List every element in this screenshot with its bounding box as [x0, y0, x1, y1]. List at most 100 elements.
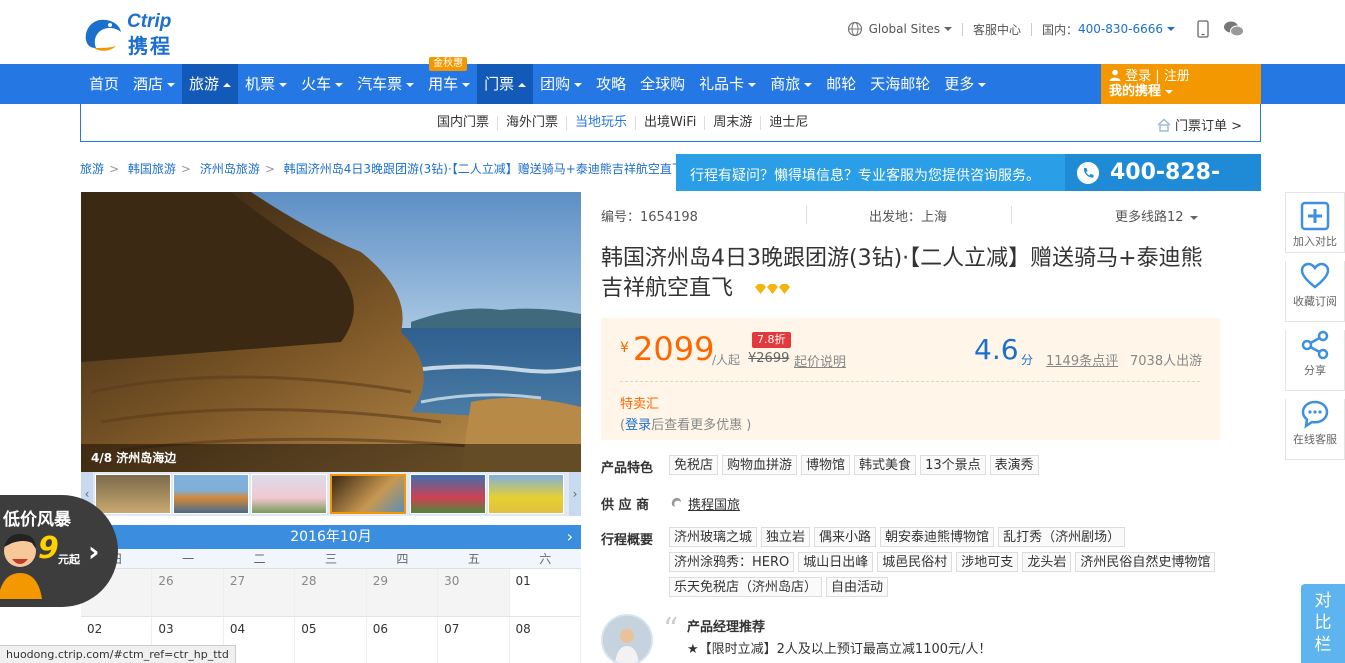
subnav-domestic-tickets[interactable]: 国内门票	[429, 115, 497, 130]
login-link[interactable]: 登录	[1125, 69, 1151, 84]
nav-item-travel[interactable]: 旅游	[182, 64, 239, 104]
register-link[interactable]: 注册	[1164, 69, 1190, 84]
thumbnail[interactable]	[410, 474, 486, 514]
service-center-link[interactable]: 客服中心	[973, 21, 1021, 38]
breadcrumb-korea[interactable]: 韩国旅游	[128, 162, 176, 176]
thumbnail[interactable]	[251, 474, 327, 514]
main-photo[interactable]: 4/8 济州岛海边	[81, 192, 581, 472]
chat-bubble-icon	[1301, 400, 1329, 429]
nav-item-car[interactable]: 金秋惠 用车	[421, 57, 477, 104]
itinerary-tag[interactable]: 独立岩	[761, 527, 811, 547]
hotline-phone[interactable]: 400-828-9986	[1065, 154, 1261, 222]
calendar-week: 25 26 27 28 29 30 01	[81, 569, 581, 617]
feature-tag[interactable]: 表演秀	[989, 455, 1039, 475]
chevron-down-icon	[1167, 27, 1175, 31]
product-title: 韩国济州岛4日3晚跟团游(3钻)·【二人立减】赠送骑马+泰迪熊吉祥航空直飞	[601, 246, 1203, 301]
chevron-right-icon: ›	[88, 535, 100, 568]
feature-tag[interactable]: 13个景点	[920, 455, 986, 475]
wechat-icon[interactable]	[1223, 20, 1245, 38]
right-sidebar: 加入对比 收藏订阅 分享 在线客服	[1285, 192, 1345, 460]
chevron-down-icon	[943, 27, 952, 31]
nav-item-business[interactable]: 商旅	[763, 64, 819, 104]
nav-item-cruise[interactable]: 邮轮	[819, 64, 863, 104]
subnav-overseas-tickets[interactable]: 海外门票	[497, 115, 566, 130]
itinerary-tag[interactable]: 朝安泰迪熊博物馆	[880, 527, 995, 547]
calendar-day[interactable]: 08	[510, 617, 581, 663]
itinerary-tag[interactable]: 城邑民俗村	[877, 552, 953, 572]
logo-text-cn: 携程	[128, 34, 172, 58]
my-ctrip-link[interactable]: 我的携程	[1109, 84, 1161, 99]
nav-item-more[interactable]: 更多	[937, 64, 993, 104]
nav-item-gift-card[interactable]: 礼品卡	[692, 64, 763, 104]
price-explanation-link[interactable]: 起价说明	[794, 351, 846, 370]
subnav-local-fun[interactable]: 当地玩乐	[566, 115, 635, 130]
supplier-link[interactable]: 携程国旅	[688, 494, 740, 513]
calendar-day[interactable]: 05	[295, 617, 367, 663]
special-sale-label: 特卖汇	[620, 397, 660, 412]
plus-square-icon	[1300, 201, 1330, 231]
itinerary-tag[interactable]: 城山日出峰	[798, 552, 874, 572]
itinerary-tag[interactable]: 乐天免税店（济州岛店）	[669, 577, 823, 597]
thumbnail-selected[interactable]	[330, 474, 406, 514]
calendar-next-icon[interactable]: ›	[567, 525, 573, 549]
calendar-day[interactable]: 07	[438, 617, 510, 663]
feature-tag[interactable]: 韩式美食	[854, 455, 917, 475]
thumbnail[interactable]	[95, 474, 171, 514]
domestic-phone[interactable]: 400-830-6666	[1078, 22, 1163, 36]
itinerary-tag[interactable]: 济州涂鸦秀：HERO	[669, 552, 795, 572]
header: Ctrip 携程 Global Sites 客服中心 国内： 400-830-6…	[0, 0, 1345, 64]
nav-item-train[interactable]: 火车	[294, 64, 350, 104]
breadcrumb-jeju[interactable]: 济州岛旅游	[200, 162, 260, 176]
breadcrumb-travel[interactable]: 旅游	[80, 162, 104, 176]
phone-icon	[1077, 162, 1099, 184]
nav-item-skysea-cruise[interactable]: 天海邮轮	[863, 64, 937, 104]
itinerary-tag[interactable]: 涉地可支	[956, 552, 1019, 572]
sub-nav: 国内门票 海外门票 当地玩乐 出境WiFi 周末游 迪士尼 门票订单 >	[80, 104, 1261, 142]
more-routes-dropdown[interactable]: 更多线路12	[1115, 206, 1198, 225]
online-service-button[interactable]: 在线客服	[1285, 399, 1345, 460]
nav-item-tickets[interactable]: 门票	[477, 64, 534, 104]
nav-item-guides[interactable]: 攻略	[589, 64, 633, 104]
ctrip-logo[interactable]: Ctrip 携程	[80, 8, 202, 58]
calendar-day[interactable]: 06	[367, 617, 439, 663]
itinerary-tag[interactable]: 济州民俗自然史博物馆	[1075, 552, 1216, 572]
favorite-button[interactable]: 收藏订阅	[1285, 261, 1345, 322]
hotline-question: 行程有疑问？懒得填信息？专业客服为您提供咨询服务。	[690, 168, 1040, 184]
feature-tag[interactable]: 博物馆	[801, 455, 851, 475]
ticket-orders-link[interactable]: 门票订单 >	[1157, 115, 1242, 134]
hotline-banner: 行程有疑问？懒得填信息？专业客服为您提供咨询服务。 400-828-9986	[676, 154, 1261, 222]
user-icon	[1109, 69, 1121, 81]
nav-item-bus[interactable]: 汽车票	[350, 64, 421, 104]
breadcrumb-current[interactable]: 韩国济州岛4日3晚跟团游(3钻)·【二人立减】赠送骑马+泰迪熊吉祥航空直飞	[284, 162, 676, 176]
global-sites-link[interactable]: Global Sites	[869, 22, 940, 36]
thumb-next-button[interactable]: ›	[569, 472, 581, 516]
features-label: 产品特色	[601, 461, 654, 476]
price-currency: ¥	[620, 340, 629, 356]
thumbnail[interactable]	[173, 474, 249, 514]
calendar-day[interactable]: 01	[510, 569, 581, 616]
subnav-weekend[interactable]: 周末游	[704, 115, 760, 130]
itinerary-tag[interactable]: 乱打秀（济州剧场）	[998, 527, 1126, 547]
feature-tag[interactable]: 免税店	[669, 455, 719, 475]
mobile-icon[interactable]	[1197, 20, 1209, 38]
subnav-disney[interactable]: 迪士尼	[760, 115, 816, 130]
nav-item-global-shop[interactable]: 全球购	[633, 64, 692, 104]
low-price-promo[interactable]: 低价风暴 9 元起 ›	[0, 495, 118, 607]
nav-item-home[interactable]: 首页	[82, 64, 126, 104]
itinerary-tag[interactable]: 济州玻璃之城	[669, 527, 758, 547]
nav-item-hotel[interactable]: 酒店	[126, 64, 182, 104]
nav-item-group-buy[interactable]: 团购	[533, 64, 589, 104]
itinerary-tag[interactable]: 偶来小路	[814, 527, 877, 547]
itinerary-tag[interactable]: 龙头岩	[1022, 552, 1072, 572]
itinerary-tag[interactable]: 自由活动	[826, 577, 889, 597]
share-icon	[1301, 330, 1329, 360]
nav-item-flights[interactable]: 机票	[238, 64, 294, 104]
login-offers-link[interactable]: 登录	[625, 418, 651, 433]
thumbnail[interactable]	[488, 474, 564, 514]
compare-bar-tab[interactable]: 对比栏	[1301, 584, 1345, 663]
subnav-wifi[interactable]: 出境WiFi	[635, 115, 704, 130]
add-compare-button[interactable]: 加入对比	[1285, 192, 1345, 253]
feature-tag[interactable]: 购物血拼游	[722, 455, 798, 475]
share-button[interactable]: 分享	[1285, 330, 1345, 391]
reviews-link[interactable]: 1149条点评	[1046, 350, 1118, 369]
